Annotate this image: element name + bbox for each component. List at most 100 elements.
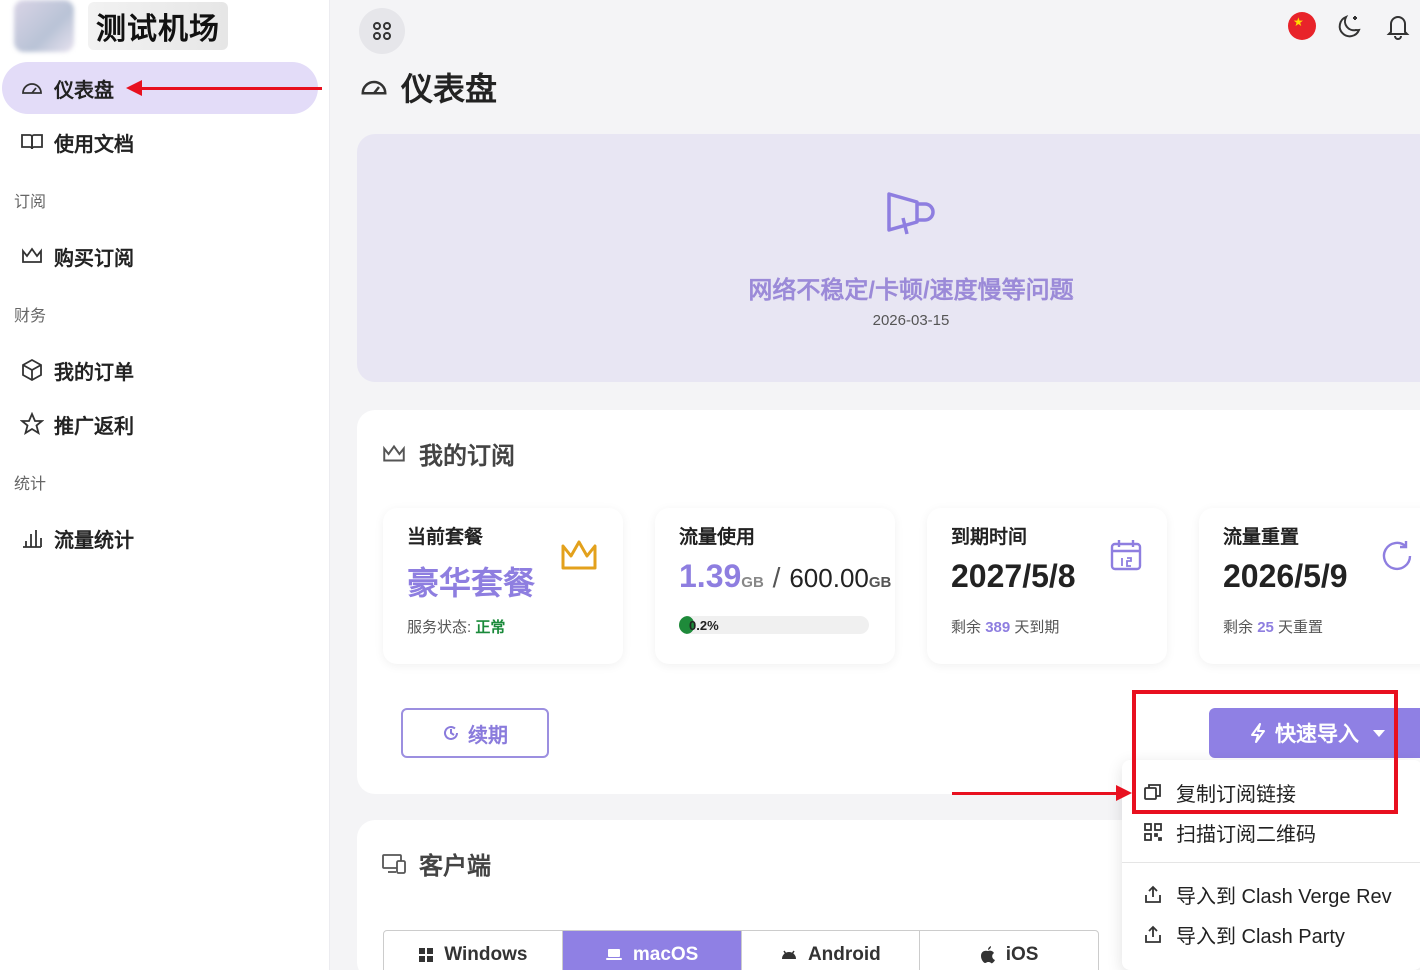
dashboard-icon — [22, 83, 42, 94]
qr-icon — [1144, 823, 1162, 841]
page-title: 仪表盘 — [359, 64, 497, 110]
menu-item-label: 扫描订阅二维码 — [1176, 823, 1316, 846]
tab-macos[interactable]: macOS — [562, 931, 742, 970]
sidebar-section-finance: 财务 — [14, 308, 47, 325]
brand-logo — [14, 0, 74, 52]
traffic-percent: 0.2% — [689, 618, 719, 633]
crown-gold-icon — [561, 540, 597, 570]
apps-button[interactable] — [359, 8, 405, 54]
sidebar-item-label: 我的订单 — [54, 361, 134, 384]
plan-name: 豪华套餐 — [407, 565, 536, 601]
notice-banner[interactable]: 网络不稳定/卡顿/速度慢等问题 2026-03-15 — [357, 134, 1420, 382]
windows-icon — [419, 948, 434, 962]
menu-item-import-clash-verge[interactable]: 导入到 Clash Verge Rev — [1144, 878, 1392, 910]
stat-reset: 流量重置 2026/5/9 剩余 25 天重置 — [1199, 508, 1420, 664]
bar-chart-icon — [23, 530, 42, 548]
sidebar-item-label: 流量统计 — [54, 529, 134, 552]
tab-windows[interactable]: Windows — [384, 931, 563, 970]
reset-date: 2026/5/9 — [1223, 558, 1348, 594]
menu-item-import-clash-party[interactable]: 导入到 Clash Party — [1144, 918, 1345, 950]
top-right-actions — [1288, 12, 1412, 40]
expiry-remaining: 剩余 389 天到期 — [951, 616, 1059, 637]
box-icon — [22, 358, 42, 382]
menu-item-scan-qr[interactable]: 扫描订阅二维码 — [1144, 816, 1316, 848]
remain-days: 25 — [1257, 619, 1274, 636]
traffic-used-unit: GB — [741, 574, 764, 591]
sidebar-section-subscription: 订阅 — [14, 194, 47, 211]
traffic-total: 600.00 — [789, 563, 869, 593]
sidebar-item-traffic-stats[interactable]: 流量统计 — [2, 512, 318, 564]
sidebar: 测试机场 仪表盘 使用文档 订阅 购买订阅 财务 我的订单 推广返利 统计 流量… — [0, 0, 330, 970]
status-badge: 正常 — [475, 619, 506, 636]
os-tabs: Windows macOS Android iOS — [383, 930, 1099, 970]
tab-ios[interactable]: iOS — [920, 931, 1098, 970]
traffic-sep: / — [772, 562, 781, 593]
devices-icon — [382, 853, 406, 874]
subscription-title: 我的订阅 — [381, 436, 515, 471]
sidebar-item-label: 推广返利 — [54, 415, 134, 438]
menu-item-label: 导入到 Clash Party — [1176, 925, 1345, 948]
brand-name: 测试机场 — [88, 2, 228, 50]
traffic-total-unit: GB — [868, 574, 892, 591]
remain-suffix: 天重置 — [1278, 619, 1324, 636]
clients-title-text: 客户端 — [419, 853, 491, 880]
annotation-arrow-head — [1116, 785, 1132, 801]
service-status: 服务状态: 正常 — [407, 616, 505, 637]
annotation-arrow-line — [952, 792, 1118, 795]
subscription-title-text: 我的订阅 — [419, 443, 515, 470]
sidebar-item-referral[interactable]: 推广返利 — [2, 398, 318, 450]
sidebar-item-orders[interactable]: 我的订单 — [2, 344, 318, 396]
stat-plan: 当前套餐 豪华套餐 服务状态: 正常 — [383, 508, 623, 664]
sidebar-item-label: 购买订阅 — [54, 247, 134, 270]
sidebar-item-label: 使用文档 — [54, 133, 134, 156]
bell-icon[interactable] — [1384, 12, 1412, 40]
remain-suffix: 天到期 — [1014, 619, 1060, 636]
stat-expiry: 到期时间 2027/5/8 剩余 389 天到期 — [927, 508, 1167, 664]
status-label: 服务状态: — [407, 619, 472, 636]
tab-label: Windows — [444, 944, 528, 965]
remain-days: 389 — [985, 619, 1011, 636]
refresh-icon — [1382, 541, 1412, 571]
clients-title: 客户端 — [381, 846, 491, 881]
renew-icon — [444, 725, 458, 740]
renew-button[interactable]: 续期 — [401, 708, 549, 758]
megaphone-icon — [887, 192, 935, 235]
moon-icon[interactable] — [1336, 12, 1364, 40]
star-icon — [20, 412, 44, 435]
dashboard-icon — [361, 80, 387, 95]
stat-label: 流量使用 — [679, 527, 756, 548]
traffic-used: 1.39 — [679, 558, 742, 594]
remain-prefix: 剩余 — [951, 619, 982, 636]
sidebar-section-stats: 统计 — [14, 476, 47, 493]
tab-android[interactable]: Android — [742, 931, 921, 970]
apple-icon — [980, 946, 995, 964]
renew-label: 续期 — [468, 724, 508, 747]
annotation-highlight-box — [1132, 690, 1398, 814]
sidebar-item-buy[interactable]: 购买订阅 — [2, 230, 318, 282]
menu-divider — [1122, 862, 1420, 863]
crown-icon — [22, 247, 42, 263]
stat-label: 到期时间 — [951, 527, 1028, 548]
share-icon — [1145, 925, 1161, 943]
sidebar-item-label: 仪表盘 — [54, 79, 114, 102]
crown-icon — [383, 444, 405, 461]
brand[interactable]: 测试机场 — [14, 0, 228, 52]
android-icon — [781, 950, 796, 959]
notice-date: 2026-03-15 — [872, 312, 950, 329]
china-flag-icon[interactable] — [1288, 12, 1316, 40]
laptop-icon — [605, 949, 622, 960]
page-title-text: 仪表盘 — [401, 71, 498, 107]
tab-label: Android — [807, 944, 881, 965]
tab-label: macOS — [632, 944, 699, 965]
notice-title: 网络不稳定/卡顿/速度慢等问题 — [748, 277, 1074, 304]
stat-label: 当前套餐 — [407, 527, 484, 548]
grid-icon — [373, 22, 391, 40]
stat-traffic: 流量使用 1.39GB / 600.00GB 0.2% — [655, 508, 895, 664]
expiry-date: 2027/5/8 — [951, 558, 1076, 594]
tab-label: iOS — [1005, 944, 1039, 965]
calendar-icon — [1110, 540, 1142, 571]
menu-item-label: 导入到 Clash Verge Rev — [1176, 885, 1392, 908]
book-icon — [21, 134, 43, 150]
sidebar-item-docs[interactable]: 使用文档 — [2, 116, 318, 168]
share-icon — [1145, 885, 1161, 903]
